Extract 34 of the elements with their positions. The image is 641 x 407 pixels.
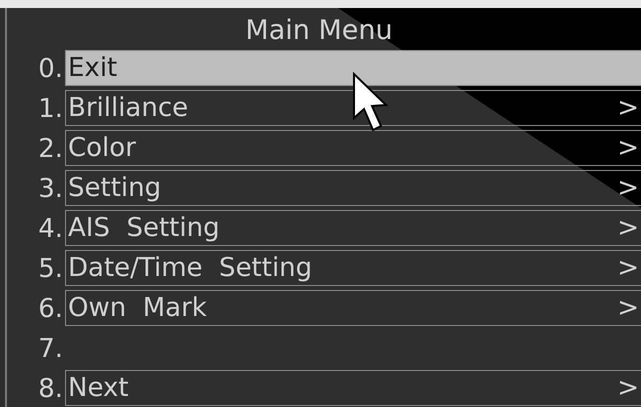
item-number: 1. (37, 93, 63, 126)
item-label: Exit (67, 53, 118, 83)
item-number: 8. (37, 373, 63, 406)
submenu-arrow: > (617, 213, 640, 243)
item-label: Next (67, 373, 129, 403)
cursor-icon (352, 72, 388, 132)
submenu-arrow: > (617, 373, 640, 403)
item-label: Setting (67, 173, 162, 203)
item-number: 3. (37, 173, 63, 206)
item-number: 2. (37, 133, 63, 166)
item-label: Brilliance (67, 93, 188, 123)
item-number: 0. (37, 53, 63, 86)
submenu-arrow: > (617, 173, 640, 203)
menu-item[interactable]: Date/Time Setting > (65, 250, 641, 286)
menu-item[interactable]: Color > (65, 130, 641, 166)
menu-item[interactable]: Exit (65, 50, 641, 86)
item-number: 5. (37, 253, 63, 286)
item-number: 7. (37, 333, 63, 366)
menu-item[interactable]: Setting > (65, 170, 641, 206)
submenu-arrow: > (617, 133, 640, 163)
item-number: 4. (37, 213, 63, 246)
menu-item[interactable]: Brilliance > (65, 90, 641, 126)
menu-title: Main Menu (244, 14, 394, 48)
item-label: Color (67, 133, 136, 163)
item-number: 6. (37, 293, 63, 326)
menu-item[interactable]: Next > (65, 370, 641, 406)
menu-item[interactable]: AIS Setting > (65, 210, 641, 246)
item-label: Date/Time Setting (67, 253, 312, 283)
item-label: Own Mark (67, 293, 207, 323)
item-label: AIS Setting (67, 213, 220, 243)
submenu-arrow: > (617, 93, 640, 123)
submenu-arrow: > (617, 253, 640, 283)
submenu-arrow: > (617, 293, 640, 323)
menu-item[interactable]: Own Mark > (65, 290, 641, 326)
